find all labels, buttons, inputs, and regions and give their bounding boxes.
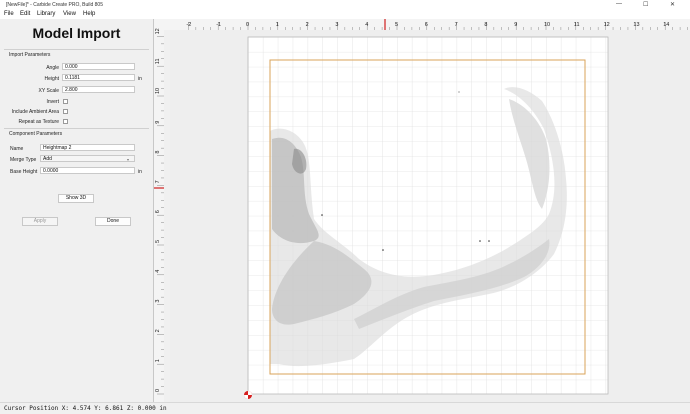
height-label: Height [44,76,59,82]
menu-view[interactable]: View [63,11,76,17]
x-tick-label: 14 [663,22,669,28]
menu-help[interactable]: Help [83,11,95,17]
left-ruler [154,30,164,402]
model-import-panel: Model Import Import Parameters Angle 0.0… [0,19,153,402]
chevron-down-icon: ▾ [127,157,130,162]
window-title: [NewFile]* - Carbide Create PRO, Build 8… [6,2,103,8]
status-bar: Cursor Position X: 4.574 Y: 6.861 Z: 0.0… [0,402,690,414]
height-unit: in [138,76,142,82]
component-parameters-heading: Component Parameters [9,131,63,137]
y-tick-label: 10 [155,88,161,94]
menu-file[interactable]: File [4,11,14,17]
x-tick-label: 3 [335,22,338,28]
minimize-button[interactable]: — [616,1,622,7]
invert-label: Invert [46,99,59,105]
x-tick-label: 9 [514,22,517,28]
x-tick-label: 12 [604,22,610,28]
menu-bar: File Edit Library View Help [0,10,690,19]
base-height-field[interactable]: 0.0000 [40,167,135,174]
x-tick-label: 4 [365,22,368,28]
repeat-texture-label: Repeat as Texture [18,119,60,125]
heightmap-speck [488,240,490,242]
x-tick-label: 10 [544,22,550,28]
x-tick-label: 7 [455,22,458,28]
title-bar: [NewFile]* - Carbide Create PRO, Build 8… [0,0,690,10]
x-tick-label: 6 [425,22,428,28]
x-tick-label: 5 [395,22,398,28]
divider [4,128,149,129]
xy-scale-label: XY Scale [38,88,59,94]
name-field[interactable]: Heightmap 2 [40,144,135,151]
heightmap-speck [382,249,384,251]
xy-scale-field[interactable]: 2.800 [62,86,135,93]
import-parameters-heading: Import Parameters [9,52,51,58]
y-tick-label: 1 [155,359,161,362]
y-tick-label: 9 [155,121,161,124]
include-ambient-checkbox[interactable] [63,109,68,114]
menu-library[interactable]: Library [37,11,55,17]
design-canvas[interactable]: -2 -1 0 1 2 3 4 5 6 7 8 9 10 11 12 13 14 012345678910111… [154,19,690,402]
heightmap-speck [458,91,460,93]
menu-edit[interactable]: Edit [20,11,30,17]
name-label: Name [10,146,24,152]
y-tick-label: 7 [155,180,161,183]
include-ambient-label: Include Ambient Area [11,109,59,115]
maximize-button[interactable]: ☐ [643,1,648,8]
merge-type-label: Merge Type [10,157,37,163]
merge-type-select[interactable]: Add ▾ [40,155,135,162]
design-canvas-area[interactable]: -2 -1 0 1 2 3 4 5 6 7 8 9 10 11 12 13 14 0 1 2 3 4 5 6 7 8 9 10 11 1… [154,19,690,402]
panel-title: Model Import [32,25,121,41]
show-3d-button[interactable]: Show 3D [58,194,94,203]
y-tick-label: 0 [155,389,161,392]
y-tick-label: 6 [155,210,161,213]
x-tick-label: 8 [484,22,487,28]
invert-checkbox[interactable] [63,99,68,104]
origin-marker-icon [244,391,252,399]
angle-field[interactable]: 0.000 [62,63,135,70]
base-height-unit: in [138,169,142,175]
merge-type-value: Add [43,156,52,162]
x-tick-label: -1 [216,22,221,28]
close-button[interactable]: ✕ [670,1,675,8]
x-tick-label: 1 [276,22,279,28]
x-tick-label: 2 [306,22,309,28]
y-tick-label: 5 [155,240,161,243]
done-button[interactable]: Done [95,217,131,226]
repeat-texture-checkbox[interactable] [63,119,68,124]
angle-label: Angle [46,65,59,71]
y-tick-label: 11 [155,58,161,64]
x-tick-label: -2 [186,22,191,28]
apply-button[interactable]: Apply [22,217,58,226]
y-tick-label: 3 [155,300,161,303]
x-tick-label: 11 [574,22,580,28]
y-tick-label: 8 [155,151,161,154]
x-tick-label: 13 [633,22,639,28]
heightmap-speck [479,240,481,242]
base-height-label: Base Height [10,169,38,175]
divider [4,49,149,50]
heightmap-speck [321,214,323,216]
height-field[interactable]: 0.1181 [62,74,135,81]
y-tick-label: 12 [155,28,161,34]
cursor-position-readout: Cursor Position X: 4.574 Y: 6.861 Z: 0.0… [4,405,167,412]
x-tick-label: 0 [246,22,249,28]
y-tick-label: 4 [155,270,161,273]
y-tick-label: 2 [155,329,161,332]
